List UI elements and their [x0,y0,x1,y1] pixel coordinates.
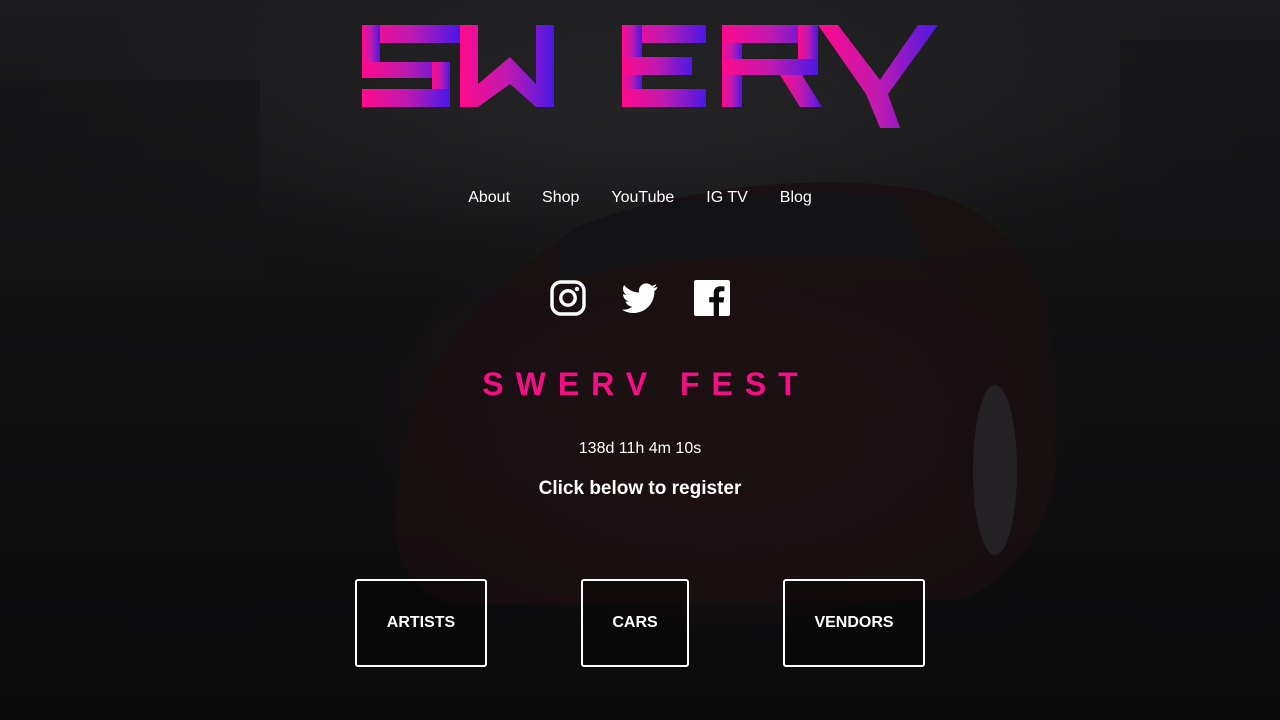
register-prompt: Click below to register [538,478,742,499]
register-cars-label: CARS [612,614,658,631]
event-title: SWERV FEST [482,366,810,402]
nav-link-youtube[interactable]: YouTube [611,186,674,210]
nav-link-igtv[interactable]: IG TV [706,186,748,210]
register-vendors-button[interactable]: VENDORS [783,579,925,667]
main-nav: About Shop YouTube IG TV Blog [0,186,1280,210]
register-artists-label: ARTISTS [386,614,456,631]
register-artists-button[interactable]: ARTISTS [355,579,487,667]
twitter-icon[interactable] [622,280,658,316]
hero-section: About Shop YouTube IG TV Blog SWERV FEST… [0,0,1280,720]
facebook-icon[interactable] [694,280,730,316]
instagram-icon[interactable] [550,280,586,316]
swerv-logo[interactable] [360,22,940,132]
register-vendors-label: VENDORS [814,614,894,631]
social-links [0,280,1280,316]
nav-link-shop[interactable]: Shop [542,186,579,210]
register-cars-button[interactable]: CARS [581,579,689,667]
nav-link-about[interactable]: About [468,186,510,210]
event-countdown: 138d 11h 4m 10s [578,440,702,457]
nav-link-blog[interactable]: Blog [780,186,812,210]
